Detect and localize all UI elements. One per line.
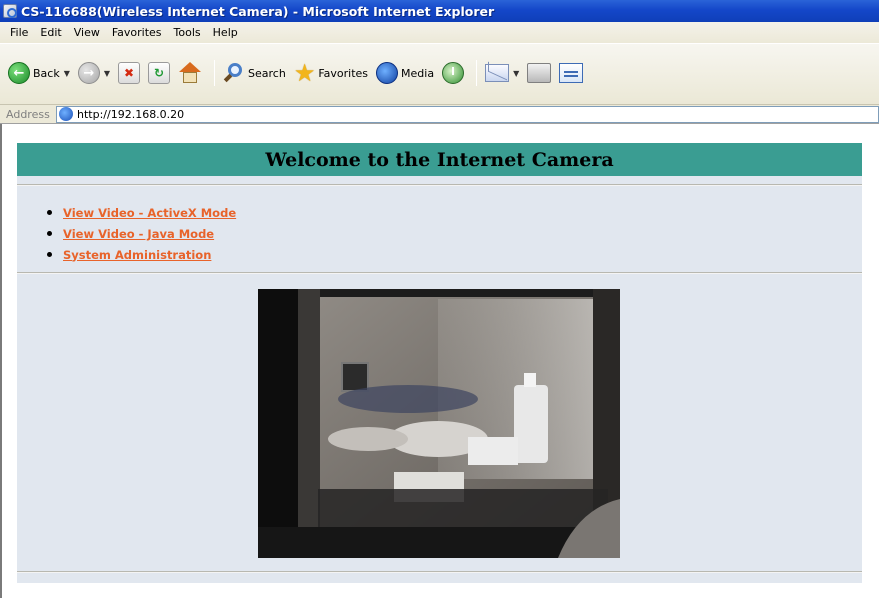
- favorites-label: Favorites: [318, 66, 369, 80]
- standard-toolbar: ← Back ▼ → ▼ ✖ ↻ Search ★ Favorites Medi…: [0, 43, 879, 105]
- menu-edit[interactable]: Edit: [34, 26, 67, 39]
- bullet-icon: [47, 252, 52, 257]
- home-icon: [178, 62, 202, 84]
- mail-icon: [485, 64, 510, 82]
- favorites-star-icon: ★: [293, 59, 316, 87]
- search-label: Search: [248, 66, 286, 80]
- browser-viewport: Welcome to the Internet Camera View Vide…: [0, 124, 879, 598]
- address-label: Address: [6, 107, 50, 121]
- mail-dropdown-icon[interactable]: ▼: [513, 69, 519, 78]
- print-icon: [527, 63, 552, 83]
- list-item: System Administration: [47, 244, 236, 265]
- link-view-video-java[interactable]: View Video - Java Mode: [63, 227, 214, 241]
- forward-button[interactable]: → ▼: [76, 58, 112, 88]
- search-button[interactable]: Search: [221, 58, 288, 88]
- divider-middle: [17, 272, 862, 274]
- menu-help[interactable]: Help: [207, 26, 244, 39]
- page-globe-icon: [59, 107, 73, 121]
- camera-snapshot-image: [258, 289, 620, 558]
- link-view-video-activex[interactable]: View Video - ActiveX Mode: [63, 206, 236, 220]
- address-bar: Address http://192.168.0.20: [0, 105, 879, 124]
- history-button[interactable]: [440, 58, 466, 88]
- camera-scene-illustration: [258, 289, 620, 558]
- stop-button[interactable]: ✖: [116, 58, 142, 88]
- history-icon: [442, 62, 465, 84]
- menu-view[interactable]: View: [68, 26, 106, 39]
- toolbar-separator: [476, 60, 478, 86]
- menu-favorites[interactable]: Favorites: [106, 26, 168, 39]
- media-icon: [376, 62, 399, 84]
- window-title-bar[interactable]: CS-116688(Wireless Internet Camera) - Mi…: [0, 0, 879, 22]
- favorites-button[interactable]: ★ Favorites: [292, 58, 370, 88]
- edit-icon: [559, 63, 584, 83]
- back-label: Back: [33, 66, 60, 80]
- home-button[interactable]: [176, 58, 204, 88]
- forward-arrow-icon: →: [77, 62, 100, 84]
- menu-tools[interactable]: Tools: [168, 26, 207, 39]
- window-title: CS-116688(Wireless Internet Camera) - Mi…: [21, 3, 495, 19]
- back-dropdown-icon[interactable]: ▼: [64, 69, 70, 78]
- address-input[interactable]: http://192.168.0.20: [56, 105, 879, 123]
- print-button[interactable]: [525, 58, 553, 88]
- list-item: View Video - ActiveX Mode: [47, 202, 236, 223]
- refresh-button[interactable]: ↻: [146, 58, 172, 88]
- address-url[interactable]: http://192.168.0.20: [77, 108, 184, 121]
- divider-bottom: [17, 571, 862, 573]
- media-label: Media: [401, 66, 435, 80]
- camera-home-page: Welcome to the Internet Camera View Vide…: [17, 143, 862, 583]
- stop-icon: ✖: [118, 62, 141, 84]
- menu-bar: File Edit View Favorites Tools Help: [0, 22, 879, 43]
- link-system-administration[interactable]: System Administration: [63, 248, 211, 262]
- nav-links: View Video - ActiveX Mode View Video - J…: [47, 202, 236, 265]
- ie-app-icon[interactable]: [3, 4, 17, 18]
- back-button[interactable]: ← Back ▼: [6, 58, 72, 88]
- forward-dropdown-icon[interactable]: ▼: [104, 69, 110, 78]
- media-button[interactable]: Media: [374, 58, 436, 88]
- mail-button[interactable]: ▼: [483, 58, 521, 88]
- bullet-icon: [47, 210, 52, 215]
- refresh-icon: ↻: [148, 62, 171, 84]
- menu-file[interactable]: File: [4, 26, 34, 39]
- search-icon: [223, 62, 245, 84]
- edit-button[interactable]: [557, 58, 585, 88]
- bullet-icon: [47, 231, 52, 236]
- divider-top: [17, 184, 862, 186]
- list-item: View Video - Java Mode: [47, 223, 236, 244]
- back-arrow-icon: ←: [8, 62, 30, 84]
- page-title: Welcome to the Internet Camera: [265, 148, 614, 171]
- page-header: Welcome to the Internet Camera: [17, 143, 862, 176]
- toolbar-separator: [214, 60, 216, 86]
